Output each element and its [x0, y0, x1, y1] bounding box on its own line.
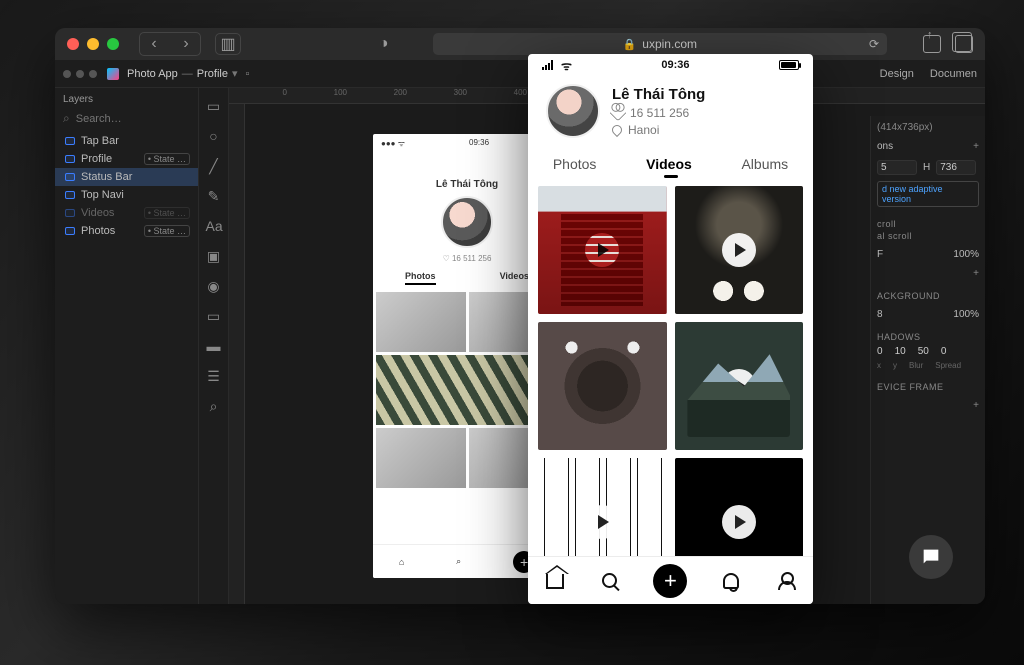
uxpin-editor: Photo App — Profile ▾ ▫ Design Documen L… [55, 60, 985, 604]
properties-panel: (414x736px) ons+ H d new adaptive versio… [870, 116, 985, 604]
forward-icon[interactable]: › [172, 33, 200, 55]
play-icon[interactable] [585, 369, 619, 403]
project-name[interactable]: Photo App [127, 68, 178, 80]
uxpin-logo-icon [107, 68, 119, 80]
adaptive-button[interactable]: d new adaptive version [877, 181, 979, 207]
add-icon[interactable]: + [973, 141, 979, 152]
home-icon[interactable] [544, 570, 566, 592]
tab-photos[interactable]: Photos [549, 150, 601, 178]
video-grid [528, 178, 813, 594]
play-icon[interactable] [585, 505, 619, 539]
heart-icon [610, 104, 627, 121]
tool-input-icon[interactable]: ▬ [206, 338, 222, 354]
tab-document[interactable]: Documen [930, 68, 977, 80]
layer-top-navi[interactable]: Top Navi [55, 186, 198, 204]
tab-videos[interactable]: Videos [642, 150, 696, 178]
traffic-lights[interactable] [67, 38, 119, 50]
tool-button-icon[interactable]: ▭ [206, 308, 222, 324]
layer-photos[interactable]: Photos• State … [55, 222, 198, 240]
video-tile[interactable] [538, 186, 667, 314]
back-icon[interactable]: ‹ [140, 33, 168, 55]
tool-text-icon[interactable]: Aa [206, 218, 222, 234]
battery-icon [779, 60, 799, 70]
add-icon[interactable]: + [973, 400, 979, 411]
video-tile[interactable] [675, 322, 804, 450]
sidebar-toggle-icon[interactable]: ▥ [215, 33, 241, 55]
layer-videos[interactable]: Videos• State … [55, 204, 198, 222]
ab-tab-videos[interactable]: Videos [500, 271, 529, 285]
phone-time: 09:36 [661, 59, 689, 71]
ab-tab-photos[interactable]: Photos [405, 271, 436, 285]
phone-tabbar[interactable]: + [528, 556, 813, 604]
safari-window: ‹ › ▥ ◑ 🔒 uxpin.com ⟳ + Photo App — Prof… [55, 28, 985, 604]
address-bar[interactable]: 🔒 uxpin.com ⟳ [433, 33, 887, 55]
phone-status-bar: ᯤ 09:36 [528, 54, 813, 76]
avatar[interactable] [546, 84, 600, 138]
tool-line-icon[interactable]: ╱ [206, 158, 222, 174]
layers-search[interactable] [63, 111, 190, 126]
profile-icon[interactable] [775, 570, 797, 592]
height-input[interactable] [936, 160, 976, 175]
profile-tabs[interactable]: Photos Videos Albums [528, 150, 813, 178]
play-icon[interactable] [585, 233, 619, 267]
tool-hotspot-icon[interactable]: ◉ [206, 278, 222, 294]
signal-icon: ●●● ᯤ [381, 138, 405, 149]
profile-header: Lê Thái Tông 16 511 256 Hanoi [528, 76, 813, 144]
page-name[interactable]: Profile [197, 68, 228, 80]
shield-icon[interactable]: ◑ [371, 33, 397, 55]
close-window-icon[interactable] [67, 38, 79, 50]
ruler-vertical [229, 104, 245, 604]
share-icon[interactable] [923, 35, 941, 53]
ab-time: 09:36 [469, 138, 489, 149]
layer-status-bar[interactable]: Status Bar [55, 168, 198, 186]
address-text: uxpin.com [642, 37, 697, 51]
lock-icon: 🔒 [623, 38, 637, 51]
tool-pen-icon[interactable]: ✎ [206, 188, 222, 204]
likes-row: 16 511 256 [612, 106, 705, 120]
pin-icon [610, 122, 624, 136]
viewport-size: (414x736px) [877, 122, 979, 133]
tool-rail: ▭ ○ ╱ ✎ Aa ▣ ◉ ▭ ▬ ☰ ⌕ [199, 88, 229, 604]
safari-titlebar: ‹ › ▥ ◑ 🔒 uxpin.com ⟳ [55, 28, 985, 60]
zoom-window-icon[interactable] [107, 38, 119, 50]
add-button[interactable]: + [653, 564, 687, 598]
play-icon[interactable] [722, 505, 756, 539]
tab-design[interactable]: Design [880, 68, 914, 80]
tab-albums[interactable]: Albums [737, 150, 792, 178]
tool-pointer-icon[interactable]: ▭ [206, 98, 222, 114]
play-icon[interactable] [722, 233, 756, 267]
notifications-icon[interactable] [720, 570, 742, 592]
ab-avatar [441, 196, 493, 248]
layers-title: Layers [55, 88, 198, 111]
nav-back-forward[interactable]: ‹ › [139, 32, 201, 56]
tool-image-icon[interactable]: ▣ [206, 248, 222, 264]
search-icon[interactable]: ⌕ [456, 556, 461, 567]
layer-tap-bar[interactable]: Tap Bar [55, 132, 198, 150]
tool-form-icon[interactable]: ☰ [206, 368, 222, 384]
signal-wifi-icon: ᯤ [542, 57, 572, 74]
support-chat-button[interactable] [909, 535, 953, 579]
tabs-icon[interactable] [955, 35, 973, 53]
reload-icon[interactable]: ⟳ [869, 37, 879, 51]
add-icon[interactable]: + [973, 268, 979, 279]
tool-circle-icon[interactable]: ○ [206, 128, 222, 144]
home-icon[interactable]: ⌂ [399, 557, 404, 567]
editor-topbar: Photo App — Profile ▾ ▫ Design Documen [55, 60, 985, 88]
phone-preview: ᯤ 09:36 Lê Thái Tông 16 511 256 Hanoi Ph… [528, 54, 813, 604]
video-tile[interactable] [538, 322, 667, 450]
width-input[interactable] [877, 160, 917, 175]
tool-search-icon[interactable]: ⌕ [206, 398, 222, 414]
play-icon[interactable] [722, 369, 756, 403]
layers-search-input[interactable] [76, 113, 166, 125]
search-icon[interactable] [599, 570, 621, 592]
layer-profile[interactable]: Profile• State … [55, 150, 198, 168]
layers-panel: Layers Tap Bar Profile• State … Status B… [55, 88, 199, 604]
profile-name: Lê Thái Tông [612, 86, 705, 103]
minimize-window-icon[interactable] [87, 38, 99, 50]
video-tile[interactable] [675, 186, 804, 314]
location-row: Hanoi [612, 123, 705, 137]
